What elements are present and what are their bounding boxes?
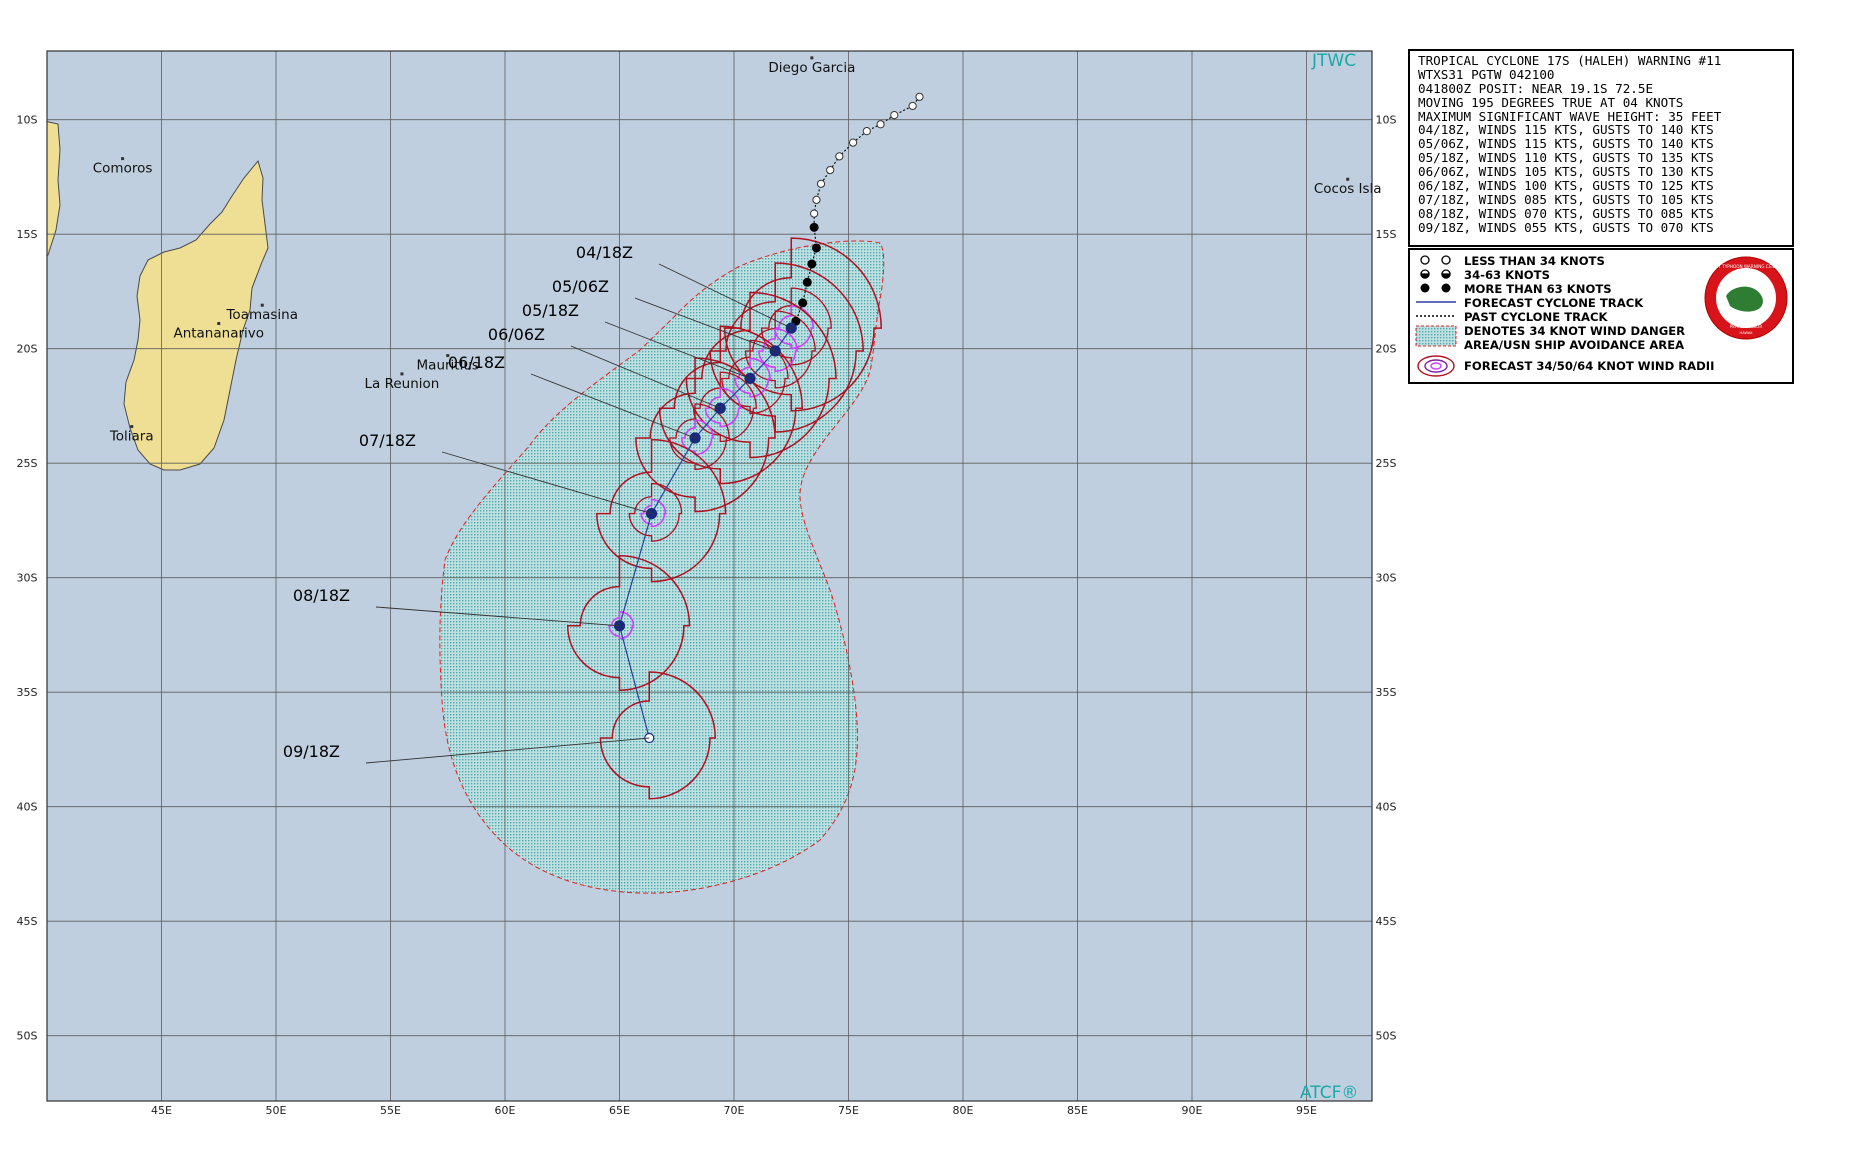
svg-text:PEARL HARBOR: PEARL HARBOR xyxy=(1730,324,1763,329)
lat-tick-label-right: 30S xyxy=(1376,572,1397,585)
past-position-marker xyxy=(798,298,807,307)
lat-tick-label-right: 50S xyxy=(1376,1030,1397,1043)
legend-danger-line1: DENOTES 34 KNOT WIND DANGER xyxy=(1464,324,1685,338)
forecast-time-label: 04/18Z xyxy=(576,243,633,262)
lat-tick-label-left: 35S xyxy=(17,686,38,699)
info-line: MOVING 195 DEGREES TRUE AT 04 KNOTS xyxy=(1418,96,1786,110)
past-position-marker xyxy=(916,93,923,100)
jtwc-seal-logo: JOINT TYPHOON WARNING CENTER PEARL HARBO… xyxy=(1705,257,1787,339)
info-line: WTXS31 PGTW 042100 xyxy=(1418,68,1786,82)
legend-lt34: LESS THAN 34 KNOTS xyxy=(1464,254,1605,268)
legend-filled-cyclone-icon xyxy=(1421,284,1451,293)
forecast-time-label: 07/18Z xyxy=(359,431,416,450)
svg-text:HAWAII: HAWAII xyxy=(1740,331,1753,335)
lat-tick-label-right: 25S xyxy=(1376,457,1397,470)
info-line: MAXIMUM SIGNIFICANT WAVE HEIGHT: 35 FEET xyxy=(1418,110,1786,124)
place-label: La Reunion xyxy=(365,376,440,392)
past-position-marker xyxy=(863,128,870,135)
legend-danger-line2: AREA/USN SHIP AVOIDANCE AREA xyxy=(1464,338,1684,352)
forecast-time-label: 09/18Z xyxy=(283,742,340,761)
info-line: 09/18Z, WINDS 055 KTS, GUSTS TO 070 KTS xyxy=(1418,221,1786,235)
lat-tick-label-right: 20S xyxy=(1376,343,1397,356)
past-position-marker xyxy=(803,278,812,287)
lon-tick-label: 75E xyxy=(838,1104,859,1117)
past-position-marker xyxy=(891,112,898,119)
lon-tick-label: 60E xyxy=(495,1104,516,1117)
past-position-marker xyxy=(836,153,843,160)
legend-wind-radii-icon xyxy=(1418,356,1454,376)
info-line: 041800Z POSIT: NEAR 19.1S 72.5E xyxy=(1418,82,1786,96)
legend-wind-radii: FORECAST 34/50/64 KNOT WIND RADII xyxy=(1464,359,1714,373)
lat-tick-label-left: 50S xyxy=(17,1030,38,1043)
past-position-marker xyxy=(909,102,916,109)
place-label: Diego Garcia xyxy=(768,60,855,76)
past-position-marker xyxy=(827,166,834,173)
lat-tick-label-left: 15S xyxy=(17,228,38,241)
past-position-marker xyxy=(807,259,816,268)
info-line: TROPICAL CYCLONE 17S (HALEH) WARNING #11 xyxy=(1418,54,1786,68)
place-label: Mauritius xyxy=(417,358,479,374)
forecast-time-label: 05/18Z xyxy=(522,301,579,320)
legend-past-track: PAST CYCLONE TRACK xyxy=(1464,310,1608,324)
past-position-marker xyxy=(812,243,821,252)
past-position-marker xyxy=(813,196,820,203)
lat-tick-label-right: 40S xyxy=(1376,801,1397,814)
lat-tick-label-right: 35S xyxy=(1376,686,1397,699)
lon-tick-label: 80E xyxy=(953,1104,974,1117)
agency-label: JTWC xyxy=(1311,51,1356,71)
place-label: Comoros xyxy=(93,161,153,177)
warning-info-box: TROPICAL CYCLONE 17S (HALEH) WARNING #11… xyxy=(1408,49,1794,247)
info-line: 05/18Z, WINDS 110 KTS, GUSTS TO 135 KTS xyxy=(1418,151,1786,165)
lon-tick-label: 65E xyxy=(609,1104,630,1117)
lat-tick-label-left: 20S xyxy=(17,343,38,356)
lon-tick-label: 90E xyxy=(1182,1104,1203,1117)
lon-tick-label: 95E xyxy=(1296,1104,1317,1117)
lon-tick-label: 45E xyxy=(151,1104,172,1117)
lat-tick-label-left: 45S xyxy=(17,915,38,928)
lon-tick-label: 55E xyxy=(380,1104,401,1117)
lat-tick-label-left: 30S xyxy=(17,572,38,585)
place-label: Toamasina xyxy=(225,307,298,323)
info-line: 06/18Z, WINDS 100 KTS, GUSTS TO 125 KTS xyxy=(1418,179,1786,193)
place-label: Toliara xyxy=(109,429,154,445)
info-line: 08/18Z, WINDS 070 KTS, GUSTS TO 085 KTS xyxy=(1418,207,1786,221)
svg-text:JOINT TYPHOON WARNING CENTER: JOINT TYPHOON WARNING CENTER xyxy=(1708,264,1782,269)
lon-tick-label: 85E xyxy=(1067,1104,1088,1117)
info-line: 07/18Z, WINDS 085 KTS, GUSTS TO 105 KTS xyxy=(1418,193,1786,207)
legend-box: JOINT TYPHOON WARNING CENTER PEARL HARBO… xyxy=(1408,248,1794,384)
past-position-marker xyxy=(817,180,824,187)
past-position-marker xyxy=(849,139,856,146)
legend-forecast-track: FORECAST CYCLONE TRACK xyxy=(1464,296,1643,310)
legend-half-cyclone-icon xyxy=(1421,270,1450,278)
legend-gt63: MORE THAN 63 KNOTS xyxy=(1464,282,1612,296)
software-label: ATCF® xyxy=(1300,1083,1358,1103)
legend-34-63: 34-63 KNOTS xyxy=(1464,268,1550,282)
forecast-time-label: 08/18Z xyxy=(293,586,350,605)
past-position-marker xyxy=(810,223,819,232)
legend-danger-swatch xyxy=(1416,326,1456,346)
lat-tick-label-left: 10S xyxy=(17,114,38,127)
legend-open-cyclone-icon xyxy=(1421,256,1450,264)
lon-tick-label: 50E xyxy=(266,1104,287,1117)
info-line: 05/06Z, WINDS 115 KTS, GUSTS TO 140 KTS xyxy=(1418,137,1786,151)
past-position-marker xyxy=(811,210,818,217)
lat-tick-label-left: 25S xyxy=(17,457,38,470)
forecast-time-label: 06/06Z xyxy=(488,325,545,344)
forecast-time-label: 05/06Z xyxy=(552,277,609,296)
info-line: 04/18Z, WINDS 115 KTS, GUSTS TO 140 KTS xyxy=(1418,123,1786,137)
lat-tick-label-right: 45S xyxy=(1376,915,1397,928)
place-label: Antananarivo xyxy=(173,326,264,342)
info-line: 06/06Z, WINDS 105 KTS, GUSTS TO 130 KTS xyxy=(1418,165,1786,179)
lon-tick-label: 70E xyxy=(724,1104,745,1117)
past-position-marker xyxy=(877,121,884,128)
lat-tick-label-left: 40S xyxy=(17,801,38,814)
lat-tick-label-right: 10S xyxy=(1376,114,1397,127)
lat-tick-label-right: 15S xyxy=(1376,228,1397,241)
